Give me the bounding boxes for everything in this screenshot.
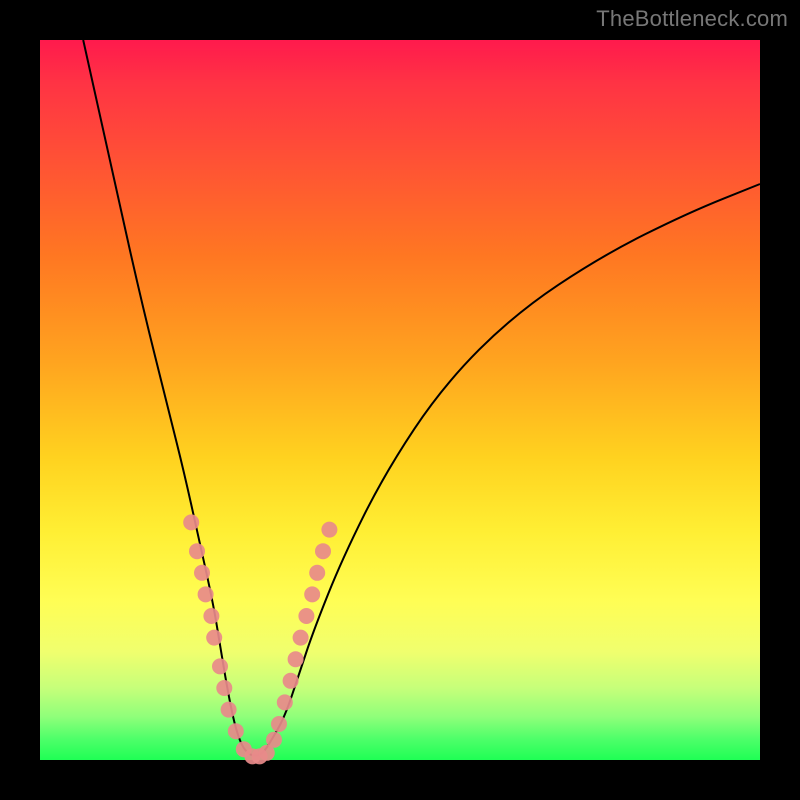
- scatter-dot: [271, 716, 287, 732]
- scatter-dot: [216, 680, 232, 696]
- scatter-dot: [288, 651, 304, 667]
- scatter-points: [183, 514, 337, 764]
- bottleneck-curve: [83, 40, 760, 756]
- scatter-dot: [203, 608, 219, 624]
- scatter-dot: [293, 630, 309, 646]
- scatter-dot: [277, 694, 293, 710]
- scatter-dot: [228, 723, 244, 739]
- scatter-dot: [298, 608, 314, 624]
- scatter-dot: [212, 658, 228, 674]
- chart-frame: TheBottleneck.com: [0, 0, 800, 800]
- watermark-text: TheBottleneck.com: [596, 6, 788, 32]
- scatter-dot: [206, 630, 222, 646]
- scatter-dot: [315, 543, 331, 559]
- scatter-dot: [189, 543, 205, 559]
- scatter-dot: [194, 565, 210, 581]
- scatter-dot: [183, 514, 199, 530]
- scatter-dot: [221, 702, 237, 718]
- scatter-dot: [283, 673, 299, 689]
- plot-area: [40, 40, 760, 760]
- scatter-dot: [309, 565, 325, 581]
- chart-svg: [40, 40, 760, 760]
- scatter-dot: [321, 522, 337, 538]
- scatter-dot: [304, 586, 320, 602]
- scatter-dot: [266, 732, 282, 748]
- scatter-dot: [198, 586, 214, 602]
